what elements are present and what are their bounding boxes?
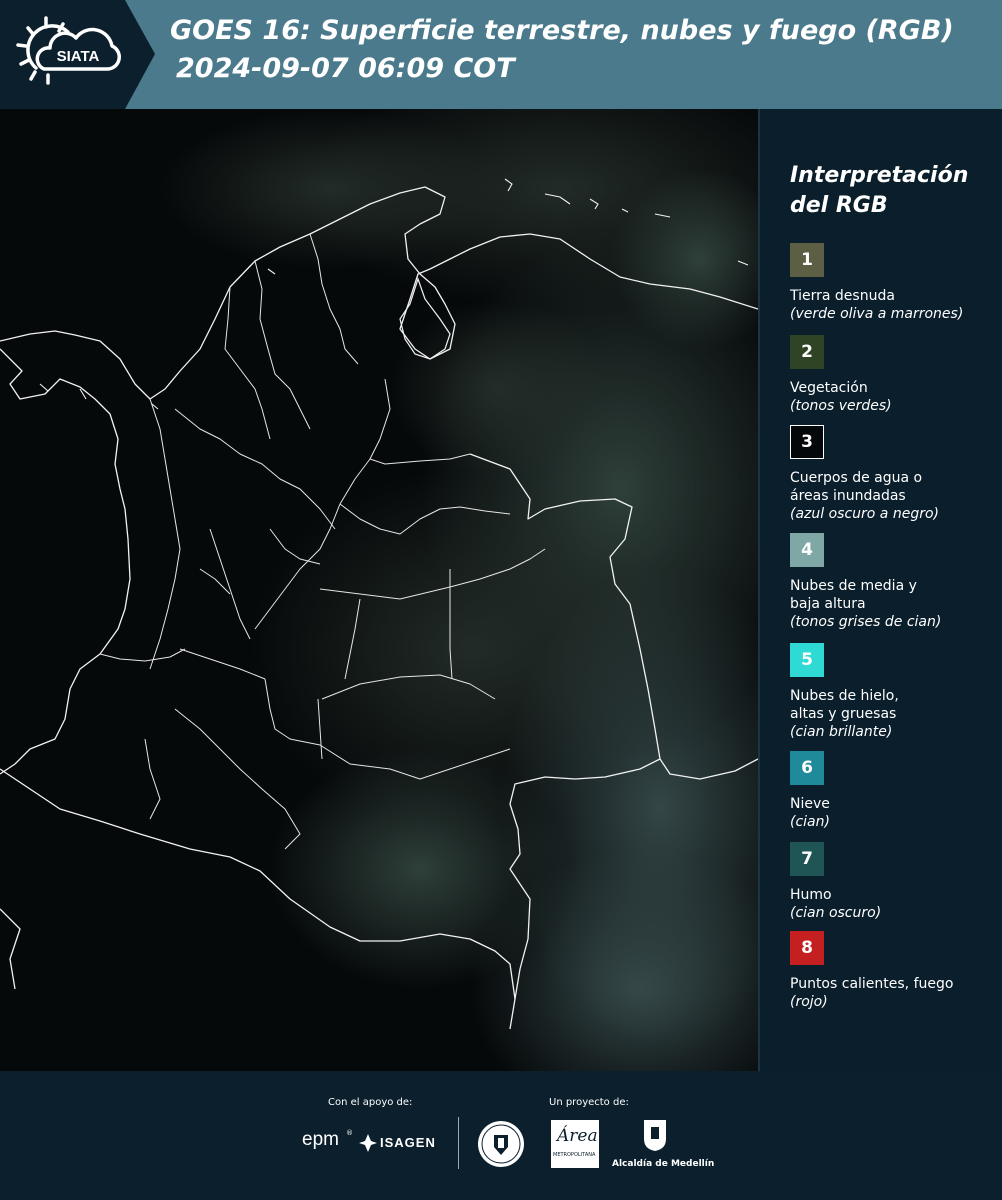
- legend-title: Interpretación del RGB: [790, 161, 990, 221]
- legend-swatch: 6: [790, 751, 824, 785]
- legend-item-label: Humo: [790, 887, 832, 903]
- legend-swatch: 4: [790, 533, 824, 567]
- legend-title-line2: del RGB: [790, 193, 888, 218]
- timestamp: 2024-09-07 06:09 COT: [176, 53, 515, 84]
- legend-item-label: Nubes de media y baja altura: [790, 578, 917, 612]
- legend-item: 4 Nubes de media y baja altura (tonos gr…: [790, 533, 1000, 631]
- legend-item-sublabel: (azul oscuro a negro): [790, 506, 939, 522]
- legend-item-sublabel: (tonos verdes): [790, 398, 892, 414]
- page-title: GOES 16: Superficie terrestre, nubes y f…: [170, 15, 954, 46]
- legend-item-sublabel: (cian): [790, 814, 830, 830]
- legend-item-sublabel: (cian oscuro): [790, 905, 882, 921]
- legend-item-label: Vegetación: [790, 380, 868, 396]
- medellin-coat-of-arms-icon: [644, 1120, 666, 1151]
- area-metropolitana-name: Área: [557, 1126, 598, 1146]
- title-block: GOES 16: Superficie terrestre, nubes y f…: [170, 12, 1000, 88]
- legend-item-label: Tierra desnuda: [790, 288, 895, 304]
- satellite-map: [0, 109, 758, 1071]
- registered-mark-icon: ®: [346, 1129, 353, 1137]
- legend-item-label: Nieve: [790, 796, 830, 812]
- area-metropolitana-logo: Área METROPOLITANA: [551, 1120, 599, 1168]
- isagen-logo-text: ISAGEN: [380, 1135, 436, 1150]
- logo-panel: SIATA: [0, 0, 155, 109]
- siata-logo-text: SIATA: [57, 48, 100, 65]
- legend-title-line1: Interpretación: [790, 163, 969, 188]
- legend-item: 7 Humo (cian oscuro): [790, 842, 1000, 922]
- legend-item: 2 Vegetación (tonos verdes): [790, 335, 1000, 415]
- alcaldia-medellin-text: Alcaldía de Medellín: [612, 1159, 715, 1169]
- legend-swatch: 5: [790, 643, 824, 677]
- legend-item-sublabel: (rojo): [790, 994, 828, 1010]
- legend-item: 3 Cuerpos de agua o áreas inundadas (azu…: [790, 425, 1000, 523]
- legend-swatch: 7: [790, 842, 824, 876]
- map-canvas: [0, 109, 758, 1071]
- header: SIATA GOES 16: Superficie terrestre, nub…: [0, 0, 1002, 109]
- epm-logo: epm: [302, 1129, 339, 1150]
- legend-item-sublabel: (cian brillante): [790, 724, 893, 740]
- legend-swatch: 3: [790, 425, 824, 459]
- legend-swatch: 8: [790, 931, 824, 965]
- legend-item-sublabel: (verde oliva a marrones): [790, 306, 964, 322]
- legend-item-label: Cuerpos de agua o áreas inundadas: [790, 470, 923, 504]
- legend-item-label: Puntos calientes, fuego: [790, 976, 954, 992]
- footer-divider: [458, 1117, 459, 1169]
- isagen-logo-icon: [359, 1134, 377, 1152]
- legend-item: 5 Nubes de hielo, altas y gruesas (cian …: [790, 643, 1000, 741]
- legend-item: 6 Nieve (cian): [790, 751, 1000, 831]
- legend-item-label: Nubes de hielo, altas y gruesas: [790, 688, 899, 722]
- footer: Con el apoyo de: Un proyecto de: epm ® I…: [0, 1071, 1002, 1200]
- legend-item: 8 Puntos calientes, fuego (rojo): [790, 931, 1000, 1011]
- legend-swatch: 1: [790, 243, 824, 277]
- legend-item: 1 Tierra desnuda (verde oliva a marrones…: [790, 243, 1000, 323]
- legend-panel: Interpretación del RGB 1 Tierra desnuda …: [758, 109, 1002, 1071]
- university-seal-icon: [478, 1121, 524, 1167]
- legend-swatch: 2: [790, 335, 824, 369]
- legend-item-sublabel: (tonos grises de cian): [790, 614, 942, 630]
- project-caption: Un proyecto de:: [549, 1097, 629, 1108]
- area-metropolitana-sub: METROPOLITANA: [553, 1152, 596, 1158]
- support-caption: Con el apoyo de:: [328, 1097, 413, 1108]
